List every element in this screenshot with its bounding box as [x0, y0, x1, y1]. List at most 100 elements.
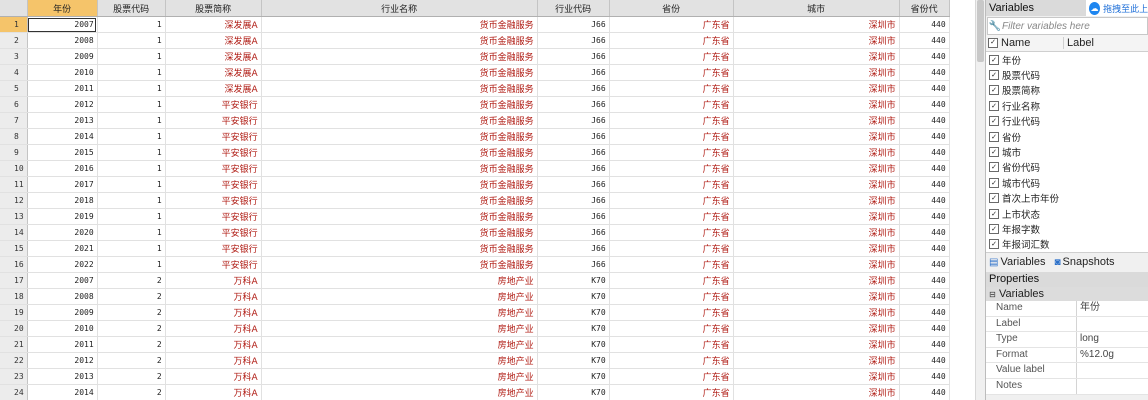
table-row[interactable]: 12 2018 1 平安银行 货币金融服务 J66 广东省 深圳市 440 — [0, 192, 950, 209]
checkbox-checked-icon[interactable]: ✓ — [989, 193, 999, 204]
property-row[interactable]: Format %12.0g — [986, 347, 1148, 364]
row-number[interactable]: 22 — [0, 352, 28, 369]
property-row[interactable]: Value label — [986, 363, 1148, 379]
year-cell[interactable]: 2012 — [27, 96, 98, 113]
industry-code-cell[interactable]: J66 — [537, 96, 610, 113]
province-code-cell[interactable]: 440 — [899, 128, 950, 145]
industry-code-cell[interactable]: J66 — [537, 64, 610, 81]
tab-snapshots[interactable]: ◙ Snapshots — [1055, 256, 1115, 268]
province-cell[interactable]: 广东省 — [609, 112, 734, 129]
industry-code-cell[interactable]: J66 — [537, 160, 610, 177]
industry-name-cell[interactable]: 货币金融服务 — [261, 256, 538, 273]
stock-code-cell[interactable]: 1 — [97, 192, 166, 209]
province-cell[interactable]: 广东省 — [609, 160, 734, 177]
stock-name-cell[interactable]: 平安银行 — [165, 240, 262, 257]
row-number[interactable]: 7 — [0, 112, 28, 129]
stock-code-cell[interactable]: 2 — [97, 320, 166, 337]
province-code-cell[interactable]: 440 — [899, 304, 950, 321]
property-row[interactable]: Label — [986, 316, 1148, 333]
row-number[interactable]: 15 — [0, 240, 28, 257]
industry-code-cell[interactable]: K70 — [537, 352, 610, 369]
city-cell[interactable]: 深圳市 — [733, 32, 900, 49]
city-cell[interactable]: 深圳市 — [733, 224, 900, 241]
stock-code-cell[interactable]: 1 — [97, 80, 166, 97]
checkbox-checked-icon[interactable]: ✓ — [989, 54, 999, 65]
row-number[interactable]: 2 — [0, 32, 28, 49]
year-cell[interactable]: 2016 — [27, 160, 98, 177]
column-header-province[interactable]: 省份 — [609, 0, 734, 17]
industry-code-cell[interactable]: J66 — [537, 32, 610, 49]
table-row[interactable]: 6 2012 1 平安银行 货币金融服务 J66 广东省 深圳市 440 — [0, 96, 950, 113]
variable-item[interactable]: ✓ 省份 — [986, 129, 1148, 144]
variable-item[interactable]: ✓ 年报字数 — [986, 221, 1148, 236]
province-code-cell[interactable]: 440 — [899, 384, 950, 400]
column-header-city[interactable]: 城市 — [733, 0, 900, 17]
vertical-scrollbar[interactable] — [975, 0, 985, 400]
province-code-cell[interactable]: 440 — [899, 288, 950, 305]
year-cell[interactable]: 2018 — [27, 192, 98, 209]
stock-name-cell[interactable]: 平安银行 — [165, 192, 262, 209]
property-value[interactable]: long — [1077, 332, 1099, 347]
table-row[interactable]: 13 2019 1 平安银行 货币金融服务 J66 广东省 深圳市 440 — [0, 208, 950, 225]
column-header-stock-name[interactable]: 股票简称 — [165, 0, 262, 17]
industry-code-cell[interactable]: J66 — [537, 80, 610, 97]
stock-code-cell[interactable]: 1 — [97, 208, 166, 225]
column-header-stock-code[interactable]: 股票代码 — [97, 0, 166, 17]
table-row[interactable]: 20 2010 2 万科A 房地产业 K70 广东省 深圳市 440 — [0, 320, 950, 337]
province-code-cell[interactable]: 440 — [899, 208, 950, 225]
stock-name-cell[interactable]: 平安银行 — [165, 96, 262, 113]
province-cell[interactable]: 广东省 — [609, 240, 734, 257]
name-column-header[interactable]: Name — [998, 37, 1064, 49]
row-number[interactable]: 19 — [0, 304, 28, 321]
checkbox-checked-icon[interactable]: ✓ — [989, 100, 999, 111]
variables-list[interactable]: ✓ 年份 ✓ 股票代码 ✓ 股票简称 ✓ 行业名称 ✓ 行业代码 ✓ 省份 ✓ 城市 ✓ 省份代码 ✓ 城市代码 ✓… — [986, 52, 1148, 253]
stock-code-cell[interactable]: 1 — [97, 96, 166, 113]
table-row[interactable]: 17 2007 2 万科A 房地产业 K70 广东省 深圳市 440 — [0, 272, 950, 289]
province-cell[interactable]: 广东省 — [609, 304, 734, 321]
industry-code-cell[interactable]: K70 — [537, 320, 610, 337]
year-cell[interactable]: 2012 — [27, 352, 98, 369]
stock-name-cell[interactable]: 平安银行 — [165, 144, 262, 161]
table-row[interactable]: 8 2014 1 平安银行 货币金融服务 J66 广东省 深圳市 440 — [0, 128, 950, 145]
table-row[interactable]: 19 2009 2 万科A 房地产业 K70 广东省 深圳市 440 — [0, 304, 950, 321]
city-cell[interactable]: 深圳市 — [733, 80, 900, 97]
province-cell[interactable]: 广东省 — [609, 320, 734, 337]
property-value[interactable] — [1077, 317, 1080, 332]
province-code-cell[interactable]: 440 — [899, 80, 950, 97]
year-cell[interactable]: 2021 — [27, 240, 98, 257]
industry-name-cell[interactable]: 房地产业 — [261, 352, 538, 369]
stock-code-cell[interactable]: 1 — [97, 176, 166, 193]
industry-name-cell[interactable]: 房地产业 — [261, 272, 538, 289]
row-number[interactable]: 18 — [0, 288, 28, 305]
stock-name-cell[interactable]: 万科A — [165, 352, 262, 369]
city-cell[interactable]: 深圳市 — [733, 240, 900, 257]
province-code-cell[interactable]: 440 — [899, 336, 950, 353]
property-value[interactable] — [1077, 379, 1080, 394]
row-number[interactable]: 4 — [0, 64, 28, 81]
table-row[interactable]: 22 2012 2 万科A 房地产业 K70 广东省 深圳市 440 — [0, 352, 950, 369]
row-number[interactable]: 16 — [0, 256, 28, 273]
stock-code-cell[interactable]: 1 — [97, 64, 166, 81]
table-row[interactable]: 10 2016 1 平安银行 货币金融服务 J66 广东省 深圳市 440 — [0, 160, 950, 177]
city-cell[interactable]: 深圳市 — [733, 144, 900, 161]
filter-box[interactable]: 🔧 Filter variables here — [987, 17, 1148, 35]
stock-name-cell[interactable]: 万科A — [165, 304, 262, 321]
row-number[interactable]: 21 — [0, 336, 28, 353]
row-number[interactable]: 24 — [0, 384, 28, 400]
year-cell[interactable]: 2009 — [27, 304, 98, 321]
industry-name-cell[interactable]: 货币金融服务 — [261, 192, 538, 209]
industry-code-cell[interactable]: J66 — [537, 224, 610, 241]
stock-code-cell[interactable]: 2 — [97, 384, 166, 400]
table-row[interactable]: 21 2011 2 万科A 房地产业 K70 广东省 深圳市 440 — [0, 336, 950, 353]
city-cell[interactable]: 深圳市 — [733, 336, 900, 353]
stock-name-cell[interactable]: 平安银行 — [165, 224, 262, 241]
stock-name-cell[interactable]: 万科A — [165, 320, 262, 337]
year-cell[interactable]: 2010 — [27, 320, 98, 337]
stock-code-cell[interactable]: 2 — [97, 352, 166, 369]
province-cell[interactable]: 广东省 — [609, 368, 734, 385]
stock-name-cell[interactable]: 深发展A — [165, 80, 262, 97]
city-cell[interactable]: 深圳市 — [733, 304, 900, 321]
property-row[interactable]: Type long — [986, 332, 1148, 348]
province-cell[interactable]: 广东省 — [609, 352, 734, 369]
industry-name-cell[interactable]: 房地产业 — [261, 336, 538, 353]
